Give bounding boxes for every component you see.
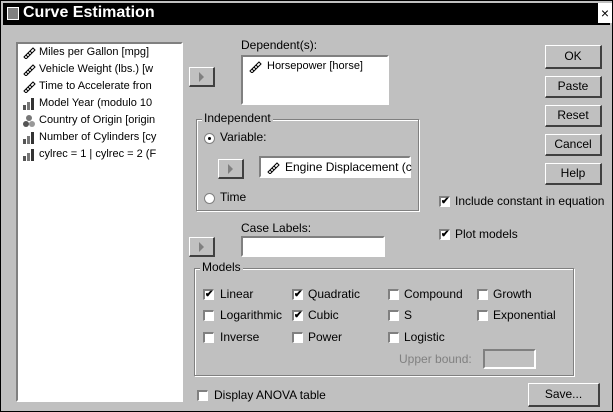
case-labels-label: Case Labels:: [241, 221, 312, 235]
close-button[interactable]: ×: [598, 3, 612, 23]
logarithmic-checkbox[interactable]: [203, 310, 214, 321]
independent-variable-field[interactable]: Engine Displacement (c: [259, 156, 412, 178]
variable-label: Time to Accelerate fron: [39, 80, 152, 92]
variable-item[interactable]: Miles per Gallon [mpg]: [18, 44, 181, 61]
case-labels-arrow-button[interactable]: [189, 237, 215, 257]
s-label: S: [404, 308, 413, 322]
compound-checkbox[interactable]: [388, 289, 399, 300]
time-radio[interactable]: [204, 193, 215, 204]
variable-label: cylrec = 1 | cylrec = 2 (F: [39, 148, 157, 160]
title-bar[interactable]: Curve Estimation ×: [3, 3, 612, 25]
case-labels-field[interactable]: [241, 236, 385, 257]
cancel-button-label: Cancel: [554, 137, 592, 151]
help-button[interactable]: Help: [545, 163, 602, 185]
include-constant-label: Include constant in equation: [455, 194, 605, 208]
ok-button[interactable]: OK: [545, 45, 602, 69]
variable-radio[interactable]: [204, 133, 215, 144]
variable-label: Vehicle Weight (lbs.) [w: [39, 63, 154, 75]
logistic-checkbox[interactable]: [388, 332, 399, 343]
scale-icon: [267, 162, 280, 174]
plot-models-checkbox[interactable]: ✔: [439, 229, 450, 240]
scale-icon: [23, 81, 36, 93]
compound-label: Compound: [404, 287, 463, 301]
display-anova-label: Display ANOVA table: [214, 388, 326, 402]
linear-checkbox[interactable]: ✔: [203, 289, 214, 300]
save-button-label: Save...: [544, 387, 583, 401]
variable-item[interactable]: Time to Accelerate fron: [18, 78, 181, 95]
scale-icon: [23, 64, 36, 76]
display-anova-checkbox[interactable]: [197, 390, 208, 401]
variable-item[interactable]: Country of Origin [origin: [18, 112, 181, 129]
time-radio-label: Time: [220, 190, 247, 204]
inverse-checkbox[interactable]: [203, 332, 214, 343]
paste-button-label: Paste: [557, 79, 589, 93]
curve-estimation-dialog: Curve Estimation × Miles per Gallon [mpg…: [0, 0, 613, 412]
reset-button[interactable]: Reset: [545, 105, 602, 127]
growth-checkbox[interactable]: [477, 289, 488, 300]
cubic-label: Cubic: [308, 308, 339, 322]
dependent-variable: Horsepower [horse]: [267, 60, 363, 72]
nominal-icon: [23, 115, 35, 127]
dependent-list[interactable]: Horsepower [horse]: [241, 55, 389, 105]
variable-item[interactable]: Model Year (modulo 10: [18, 95, 181, 112]
growth-label: Growth: [493, 287, 532, 301]
help-button-label: Help: [560, 166, 586, 180]
power-checkbox[interactable]: [292, 332, 303, 343]
variable-label: Number of Cylinders [cy: [39, 131, 157, 143]
logistic-label: Logistic: [404, 330, 445, 344]
exponential-label: Exponential: [493, 308, 556, 322]
independent-group-title: Independent: [202, 111, 273, 125]
independent-arrow-button[interactable]: [218, 159, 244, 179]
variable-label: Model Year (modulo 10: [39, 97, 153, 109]
quadratic-checkbox[interactable]: ✔: [292, 289, 303, 300]
plot-models-label: Plot models: [455, 227, 518, 241]
variable-radio-label: Variable:: [220, 130, 267, 144]
window-title: Curve Estimation: [23, 4, 155, 21]
inverse-label: Inverse: [220, 330, 260, 344]
variable-label: Country of Origin [origin: [39, 114, 156, 126]
include-constant-checkbox[interactable]: ✔: [439, 196, 450, 207]
ordinal-icon: [23, 132, 34, 144]
variable-item[interactable]: Vehicle Weight (lbs.) [w: [18, 61, 181, 78]
save-button[interactable]: Save...: [528, 383, 600, 407]
source-variable-list[interactable]: Miles per Gallon [mpg] Vehicle Weight (l…: [16, 42, 183, 402]
upper-bound-field[interactable]: [483, 349, 536, 369]
cubic-checkbox[interactable]: ✔: [292, 310, 303, 321]
ordinal-icon: [23, 98, 34, 110]
exponential-checkbox[interactable]: [477, 310, 488, 321]
linear-label: Linear: [220, 287, 254, 301]
reset-button-label: Reset: [557, 108, 589, 122]
models-group-title: Models: [200, 260, 243, 274]
cancel-button[interactable]: Cancel: [545, 134, 602, 156]
scale-icon: [249, 61, 262, 73]
upper-bound-label: Upper bound:: [399, 352, 472, 366]
quadratic-label: Quadratic: [308, 287, 361, 301]
dependent-label: Dependent(s):: [241, 38, 318, 52]
paste-button[interactable]: Paste: [545, 76, 602, 98]
s-checkbox[interactable]: [388, 310, 399, 321]
variable-item[interactable]: Number of Cylinders [cy: [18, 129, 181, 146]
variable-item[interactable]: cylrec = 1 | cylrec = 2 (F: [18, 146, 181, 163]
logarithmic-label: Logarithmic: [220, 308, 283, 322]
dependent-arrow-button[interactable]: [189, 67, 215, 87]
variable-label: Miles per Gallon [mpg]: [39, 46, 150, 58]
ok-button-label: OK: [564, 49, 582, 63]
scale-icon: [23, 47, 36, 59]
independent-variable-value: Engine Displacement (c: [285, 160, 412, 174]
power-label: Power: [308, 330, 343, 344]
window-icon: [7, 7, 19, 20]
ordinal-icon: [23, 149, 34, 161]
